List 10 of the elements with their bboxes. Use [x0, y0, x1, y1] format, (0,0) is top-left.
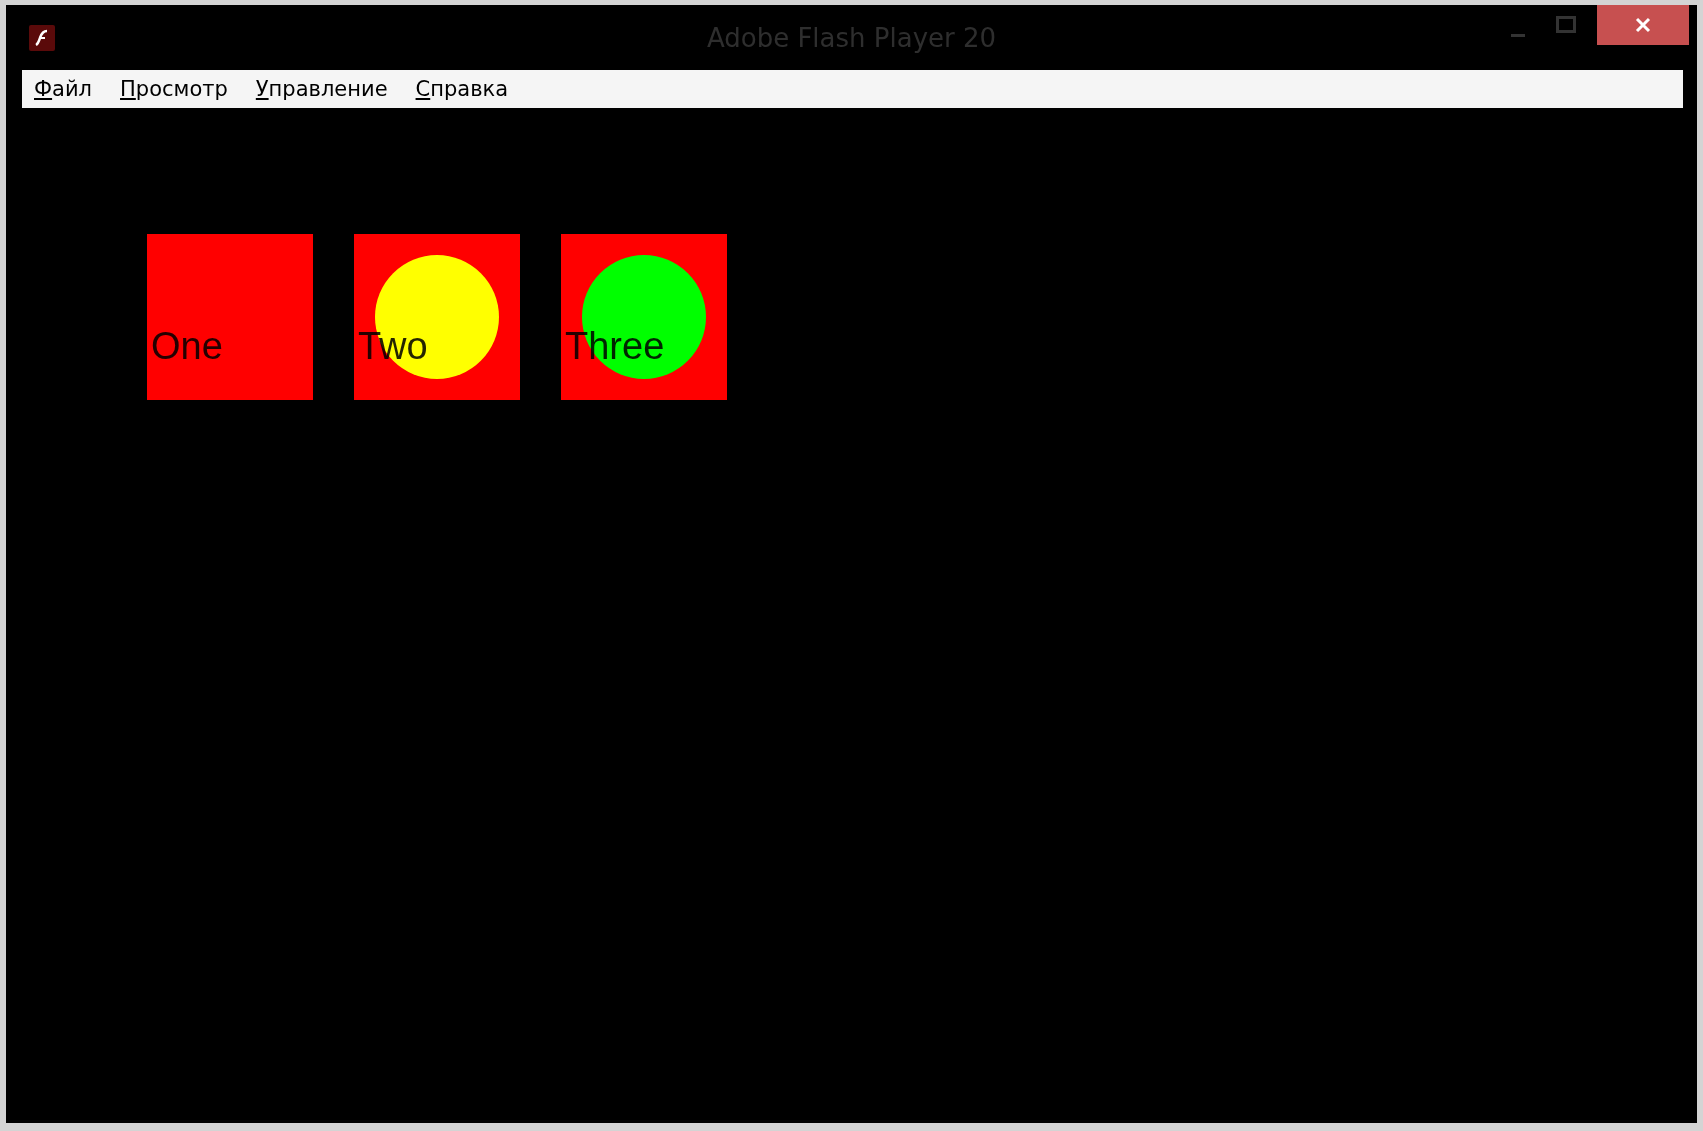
menu-item[interactable]: Управление	[255, 77, 402, 101]
close-icon	[1634, 16, 1652, 34]
tile-label: One	[151, 325, 223, 368]
maximize-icon	[1556, 16, 1576, 34]
menu-item[interactable]: Файл	[34, 77, 107, 101]
minimize-icon	[1511, 33, 1525, 37]
menu-item[interactable]: Справка	[415, 77, 523, 101]
menu-item[interactable]: Просмотр	[120, 77, 242, 101]
close-button[interactable]	[1597, 5, 1689, 45]
flash-logo-icon	[29, 24, 55, 51]
